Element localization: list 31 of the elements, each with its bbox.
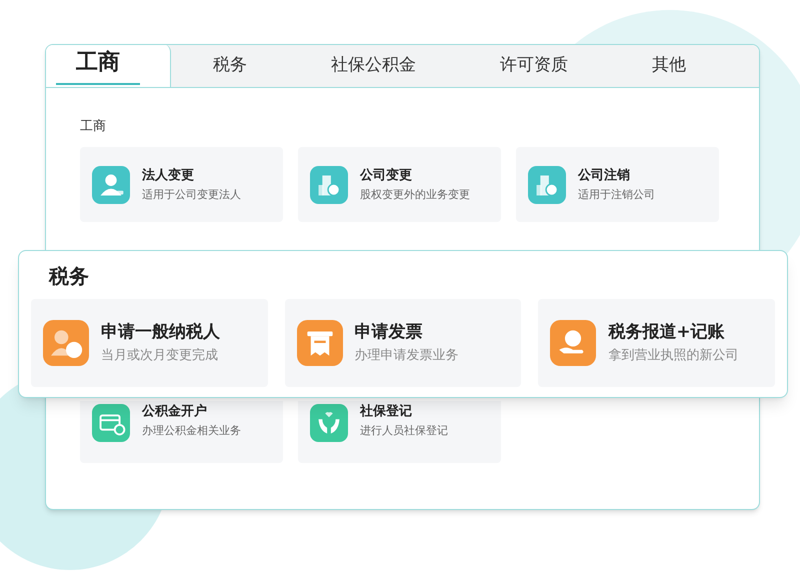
section-heading: 工商 (80, 120, 107, 133)
service-card[interactable]: 公司变更 股权变更外的业务变更 (298, 147, 501, 222)
service-description: 办理申请发票业务 (354, 348, 459, 364)
service-card[interactable]: 法人变更 适用于公司变更法人 (80, 147, 283, 222)
service-card[interactable]: 公积金开户 办理公积金相关业务 (80, 401, 283, 463)
section-heading: 税务 (49, 264, 89, 288)
tab[interactable]: 工商 (46, 45, 171, 87)
service-title: 税务报道+记账 (608, 322, 726, 344)
service-title: 法人变更 (142, 168, 195, 184)
service-card[interactable]: 公司注销 适用于注销公司 (516, 147, 719, 222)
service-description: 股权变更外的业务变更 (360, 188, 470, 202)
service-card[interactable]: 社保登记 进行人员社保登记 (298, 401, 501, 463)
service-card[interactable]: 税务报道+记账 拿到营业执照的新公司 (538, 299, 776, 387)
service-description: 办理公积金相关业务 (142, 424, 241, 438)
service-description: 适用于注销公司 (578, 188, 655, 202)
service-title: 公司注销 (578, 168, 631, 184)
tab[interactable]: 其他 (624, 45, 714, 87)
service-card[interactable]: 申请一般纳税人 当月或次月变更完成 (31, 299, 268, 387)
tab[interactable]: 税务 (185, 45, 275, 87)
service-title: 公积金开户 (142, 404, 208, 420)
service-title: 申请发票 (354, 322, 424, 344)
service-title: 公司变更 (360, 168, 413, 184)
service-card[interactable]: 申请发票 办理申请发票业务 (284, 299, 522, 387)
service-title: 申请一般纳税人 (101, 322, 220, 344)
service-title: 社保登记 (360, 404, 413, 420)
service-description: 拿到营业执照的新公司 (608, 348, 738, 364)
service-description: 进行人员社保登记 (360, 424, 448, 438)
service-description: 当月或次月变更完成 (101, 348, 219, 364)
tab[interactable]: 许可资质 (472, 45, 596, 87)
service-description: 适用于公司变更法人 (142, 188, 241, 202)
tab[interactable]: 社保公积金 (303, 45, 444, 87)
